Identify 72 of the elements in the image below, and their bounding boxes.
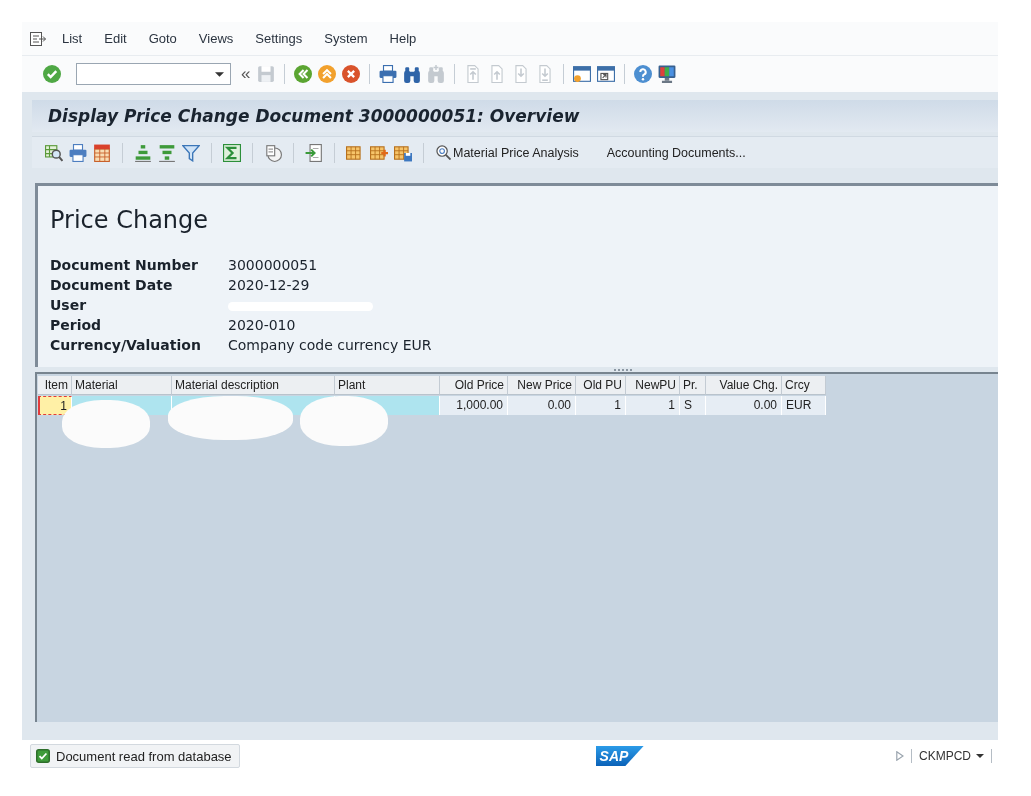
magnifier-grid-icon[interactable] bbox=[45, 143, 63, 162]
table-cell: 1 bbox=[576, 396, 626, 415]
arrow-right-icon[interactable] bbox=[896, 751, 904, 761]
table-cell: S bbox=[680, 396, 706, 415]
sort-ascending-icon[interactable] bbox=[134, 143, 152, 162]
caret-icon[interactable] bbox=[215, 71, 224, 77]
field-label: Document Date bbox=[50, 277, 173, 293]
cancel-icon[interactable] bbox=[342, 65, 361, 83]
column-header[interactable]: Plant bbox=[335, 376, 440, 395]
menu-icon[interactable] bbox=[30, 31, 46, 46]
menu-item[interactable]: Edit bbox=[104, 31, 127, 46]
table-cell: 1 bbox=[626, 396, 680, 415]
column-header[interactable]: Material description bbox=[172, 376, 335, 395]
command-field[interactable] bbox=[76, 63, 231, 85]
filter-icon[interactable] bbox=[182, 143, 200, 162]
menu-item[interactable]: System bbox=[324, 31, 368, 46]
table-cell: 0.00 bbox=[706, 396, 782, 415]
column-header[interactable]: Crcy bbox=[782, 376, 826, 395]
accounting-documents-button[interactable]: Accounting Documents... bbox=[602, 143, 750, 162]
grid-icon[interactable] bbox=[346, 143, 364, 162]
field-label: Currency/Valuation bbox=[50, 337, 201, 353]
print-icon[interactable] bbox=[69, 143, 87, 162]
help-icon[interactable] bbox=[634, 65, 653, 83]
grid-select-icon[interactable] bbox=[370, 143, 388, 162]
caret-icon bbox=[976, 754, 984, 758]
menu-item[interactable]: Help bbox=[389, 31, 417, 46]
menu-item[interactable]: List bbox=[62, 31, 83, 46]
status-message[interactable]: Document read from database bbox=[30, 744, 240, 768]
column-header[interactable]: Old Price bbox=[440, 376, 508, 395]
table-cell: 0.00 bbox=[508, 396, 576, 415]
export-icon[interactable] bbox=[305, 143, 323, 162]
field-value: 2020-12-29 bbox=[228, 277, 310, 293]
menu-item[interactable]: Settings bbox=[255, 31, 303, 46]
section-heading: Price Change bbox=[50, 206, 209, 234]
logo: SAP bbox=[595, 746, 644, 766]
column-header[interactable]: Old PU bbox=[576, 376, 626, 395]
new-window-icon[interactable] bbox=[573, 65, 592, 83]
spreadsheet-icon[interactable] bbox=[93, 143, 111, 162]
sort-descending-icon[interactable] bbox=[158, 143, 176, 162]
sum-icon[interactable] bbox=[223, 143, 241, 162]
field-value: Company code currency EUR bbox=[228, 337, 432, 353]
magnifier-icon bbox=[436, 145, 451, 160]
field-label: Document Number bbox=[50, 257, 198, 273]
exit-icon[interactable] bbox=[318, 65, 337, 83]
material-price-analysis-button[interactable]: Material Price Analysis bbox=[432, 143, 583, 162]
table-cell: 1 bbox=[38, 396, 72, 415]
screen-title: Display Price Change Document 3000000051: Overview bbox=[48, 106, 580, 126]
print-icon[interactable] bbox=[379, 65, 398, 83]
grip-icon[interactable] bbox=[614, 368, 632, 371]
column-header[interactable]: New Price bbox=[508, 376, 576, 395]
field-label: User bbox=[50, 297, 87, 313]
monitor-icon[interactable] bbox=[658, 65, 677, 83]
column-header[interactable]: Item bbox=[38, 376, 72, 395]
transaction-dropdown[interactable]: CKMPCD bbox=[919, 749, 984, 763]
field-value: 2020-010 bbox=[228, 317, 296, 333]
column-header[interactable]: Value Chg. bbox=[706, 376, 782, 395]
field-value: 3000000051 bbox=[228, 257, 318, 273]
find-icon[interactable] bbox=[403, 65, 422, 83]
shortcut-icon[interactable] bbox=[597, 65, 616, 83]
back-icon[interactable] bbox=[294, 65, 313, 83]
enter-icon[interactable] bbox=[43, 65, 61, 83]
collapse-toggle[interactable]: « bbox=[241, 64, 251, 82]
field-label: Period bbox=[50, 317, 102, 333]
column-header[interactable]: Pr. bbox=[680, 376, 706, 395]
table-cell: EUR bbox=[782, 396, 826, 415]
table-cell: 1,000.00 bbox=[440, 396, 508, 415]
column-header[interactable]: NewPU bbox=[626, 376, 680, 395]
menu-item[interactable]: Goto bbox=[148, 31, 177, 46]
document-circle-icon[interactable] bbox=[264, 143, 282, 162]
menu-item[interactable]: Views bbox=[198, 31, 234, 46]
column-header[interactable]: Material bbox=[72, 376, 172, 395]
grid-save-icon[interactable] bbox=[394, 143, 412, 162]
